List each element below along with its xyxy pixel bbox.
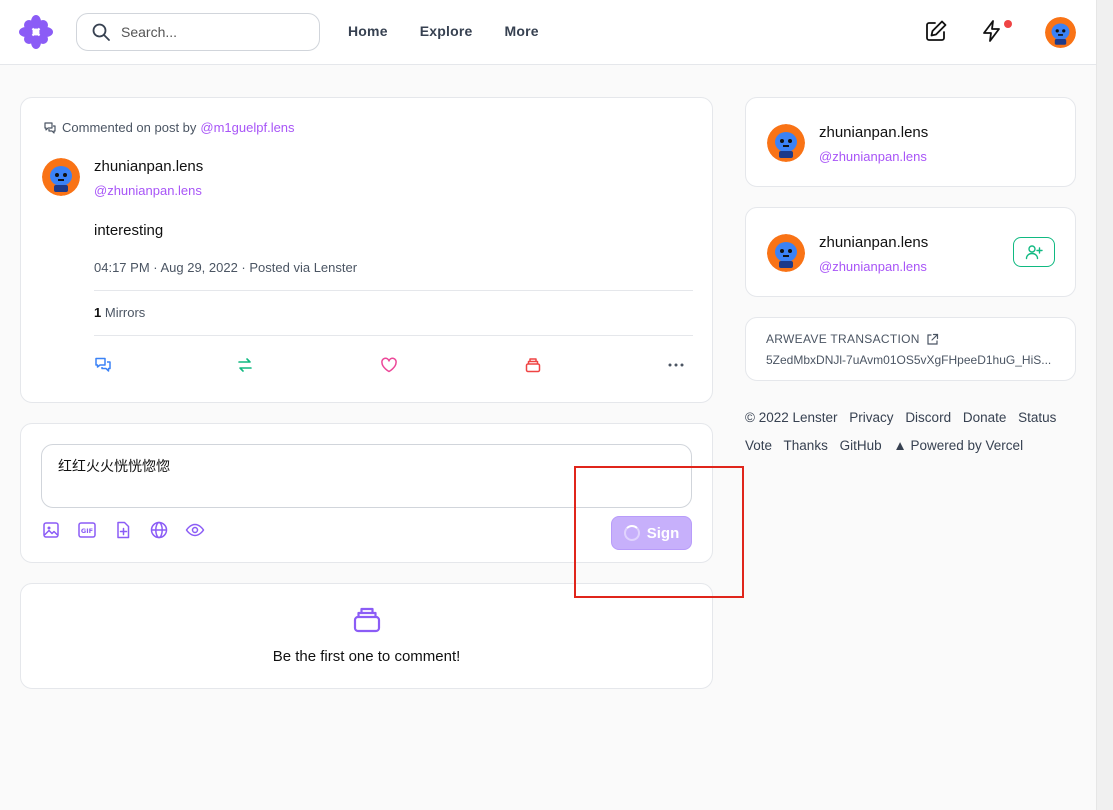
add-file-icon[interactable]	[113, 520, 133, 540]
mirrors-stat[interactable]: 1 Mirrors	[94, 305, 145, 320]
follow-name[interactable]: zhunianpan.lens	[819, 234, 928, 252]
mirrors-count: 1	[94, 305, 102, 320]
lenster-logo-icon[interactable]	[18, 14, 54, 50]
nav-more[interactable]: More	[488, 20, 554, 42]
post-content: interesting	[94, 222, 164, 239]
notifications-lightning-icon[interactable]	[979, 18, 1005, 44]
collect-icon[interactable]	[524, 356, 542, 374]
nav-explore[interactable]: Explore	[404, 20, 489, 42]
divider	[94, 335, 693, 336]
annotation-highlight-box	[574, 466, 744, 598]
profile-handle[interactable]: @zhunianpan.lens	[819, 149, 928, 164]
arweave-title-text: ARWEAVE TRANSACTION	[766, 332, 920, 346]
arweave-title: ARWEAVE TRANSACTION	[766, 332, 939, 346]
comment-prefix: Commented on post by	[62, 120, 197, 135]
like-heart-icon[interactable]	[380, 356, 398, 374]
main-nav: Home Explore More	[332, 20, 555, 42]
search-box[interactable]	[76, 13, 320, 51]
comment-context: Commented on post by @m1guelpf.lens	[43, 120, 295, 135]
external-link-icon[interactable]	[926, 333, 939, 346]
comment-icon[interactable]	[94, 356, 112, 374]
footer-link-thanks[interactable]: Thanks	[784, 438, 828, 453]
svg-text:GIF: GIF	[81, 527, 93, 535]
new-post-icon[interactable]	[923, 18, 949, 44]
page: Home Explore More	[0, 0, 1113, 810]
nav-home[interactable]: Home	[332, 20, 404, 42]
globe-icon[interactable]	[149, 520, 169, 540]
author-name[interactable]: zhunianpan.lens	[94, 158, 203, 176]
follow-card: zhunianpan.lens @zhunianpan.lens	[745, 207, 1076, 297]
avatar-icon	[1045, 17, 1076, 48]
preview-eye-icon[interactable]	[185, 520, 205, 540]
footer-link-privacy[interactable]: Privacy	[849, 410, 893, 425]
gif-icon[interactable]: GIF	[77, 520, 97, 540]
profile-avatar[interactable]	[767, 124, 805, 162]
follow-button[interactable]	[1013, 237, 1055, 267]
user-avatar-menu[interactable]	[1045, 17, 1076, 48]
avatar-icon	[767, 234, 805, 272]
post-actions	[94, 356, 693, 376]
profile-user[interactable]: zhunianpan.lens @zhunianpan.lens	[767, 124, 928, 164]
footer-link-github[interactable]: GitHub	[840, 438, 882, 453]
arweave-card[interactable]: ARWEAVE TRANSACTION 5ZedMbxDNJl-7uAvm01O…	[745, 317, 1076, 381]
footer-link-vercel[interactable]: ▲ Powered by Vercel	[893, 438, 1023, 453]
profile-card: zhunianpan.lens @zhunianpan.lens	[745, 97, 1076, 187]
footer-link-donate[interactable]: Donate	[963, 410, 1007, 425]
avatar-icon	[767, 124, 805, 162]
scrollbar[interactable]	[1096, 0, 1113, 810]
mirror-icon[interactable]	[236, 356, 254, 374]
follow-avatar[interactable]	[767, 234, 805, 272]
avatar-icon	[42, 158, 80, 196]
profile-name[interactable]: zhunianpan.lens	[819, 124, 928, 142]
composer-attachments: GIF	[41, 520, 205, 540]
mirrors-label: Mirrors	[104, 305, 146, 320]
search-input[interactable]	[121, 24, 301, 40]
search-icon	[92, 23, 110, 41]
author-avatar[interactable]	[42, 158, 80, 196]
arweave-hash[interactable]: 5ZedMbxDNJl-7uAvm01OS5vXgFHpeeD1huG_HiS.…	[766, 353, 1056, 367]
footer-links: © 2022 Lenster Privacy Discord Donate St…	[745, 404, 1080, 460]
footer-copyright: © 2022 Lenster	[745, 410, 838, 425]
empty-comments-text: Be the first one to comment!	[272, 648, 461, 665]
author-handle[interactable]: @zhunianpan.lens	[94, 183, 203, 198]
footer-link-discord[interactable]: Discord	[905, 410, 951, 425]
empty-comments-card: Be the first one to comment!	[20, 583, 713, 689]
divider	[94, 290, 693, 291]
top-navbar: Home Explore More	[0, 0, 1096, 65]
footer-link-status[interactable]: Status	[1018, 410, 1056, 425]
collection-stack-icon	[353, 607, 381, 633]
chat-bubbles-icon	[44, 121, 56, 134]
footer-link-vote[interactable]: Vote	[745, 438, 772, 453]
comment-target-link[interactable]: @m1guelpf.lens	[200, 120, 294, 135]
user-plus-icon	[1025, 245, 1043, 260]
post-timestamp: 04:17 PM · Aug 29, 2022 · Posted via Len…	[94, 260, 358, 275]
image-attach-icon[interactable]	[41, 520, 61, 540]
follow-user[interactable]: zhunianpan.lens @zhunianpan.lens	[767, 234, 928, 274]
post-author[interactable]: zhunianpan.lens @zhunianpan.lens	[42, 158, 203, 198]
notification-dot	[1004, 20, 1012, 28]
more-options-icon[interactable]	[667, 356, 685, 374]
post-card: Commented on post by @m1guelpf.lens zhun…	[20, 97, 713, 403]
follow-handle[interactable]: @zhunianpan.lens	[819, 259, 928, 274]
